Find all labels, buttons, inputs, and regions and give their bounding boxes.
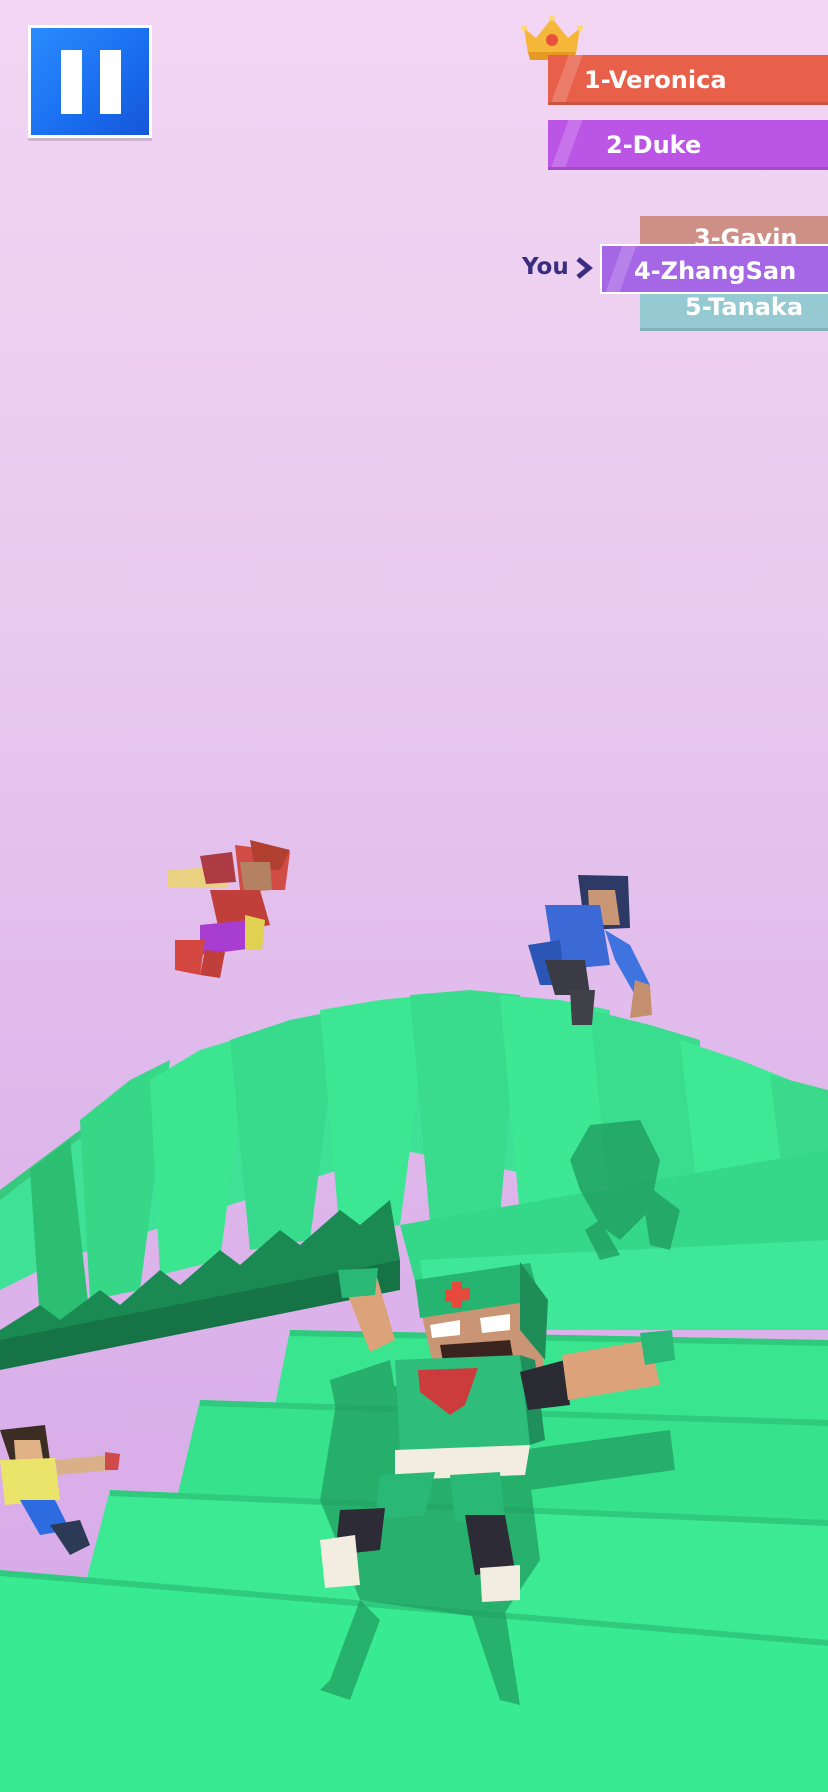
pause-button[interactable] <box>28 25 152 138</box>
leaderboard-entry-label: 1-Veronica <box>584 66 727 94</box>
leaderboard-entry-1: 1-Veronica <box>548 55 828 105</box>
pause-icon <box>61 50 82 114</box>
chevron-right-icon <box>576 257 593 279</box>
pause-icon-bar <box>100 50 121 114</box>
game-scene: 1-Veronica 2-Duke 3-Gavin 5-Tanaka 4-Zha… <box>0 0 828 1792</box>
you-label: You <box>522 254 569 280</box>
leaderboard-entry-label: 4-ZhangSan <box>634 257 797 285</box>
leaderboard-entry-label: 2-Duke <box>606 131 702 159</box>
opponent-red-character <box>168 840 290 978</box>
leaderboard-entry-2: 2-Duke <box>548 120 828 170</box>
leaderboard-entry-player: 4-ZhangSan <box>600 244 828 294</box>
